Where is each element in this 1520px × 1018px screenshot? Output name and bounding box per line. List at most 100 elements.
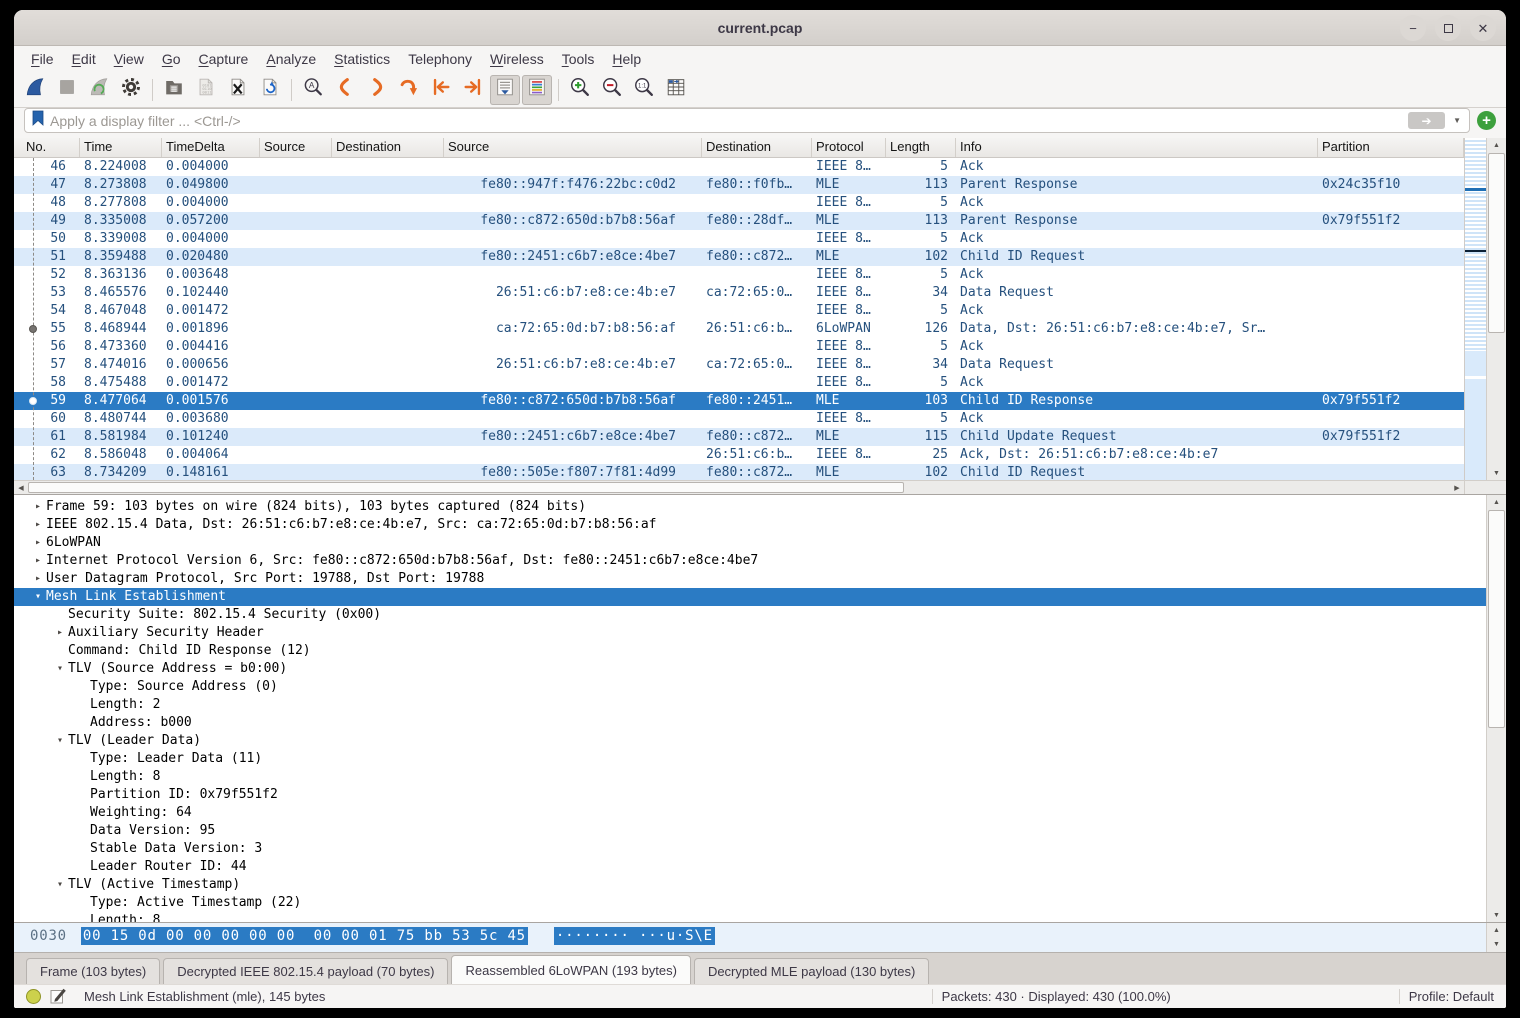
scroll-up-icon[interactable]: ▲ [1487,495,1506,509]
scroll-right-icon[interactable]: ▶ [1450,481,1464,494]
hex-dump-line[interactable]: 003000 15 0d 00 00 00 00 00 00 00 01 75 … [14,923,1486,952]
detail-line[interactable]: ▸Auxiliary Security Header [14,624,1486,642]
detail-line[interactable]: Security Suite: 802.15.4 Security (0x00) [14,606,1486,624]
stop-capture-button[interactable] [52,75,82,105]
column-header-destination-6[interactable]: Destination [702,138,812,157]
scroll-up-icon[interactable]: ▲ [1487,923,1506,937]
expander-expanded-icon[interactable]: ▾ [52,732,68,750]
expander-expanded-icon[interactable]: ▾ [30,588,46,606]
apply-filter-button[interactable]: ➔ [1408,112,1445,129]
detail-line[interactable]: Type: Source Address (0) [14,678,1486,696]
detail-line[interactable]: ▸Internet Protocol Version 6, Src: fe80:… [14,552,1486,570]
packet-row-60[interactable]: 608.4807440.003680IEEE 8…5Ack [14,410,1464,428]
column-header-timedelta-2[interactable]: TimeDelta [162,138,260,157]
detail-line[interactable]: Type: Active Timestamp (22) [14,894,1486,912]
find-packet-button[interactable]: A [298,75,328,105]
capture-comment-icon[interactable] [50,987,67,1007]
expander-collapsed-icon[interactable]: ▸ [30,498,46,516]
detail-line[interactable]: ▸IEEE 802.15.4 Data, Dst: 26:51:c6:b7:e8… [14,516,1486,534]
go-last-packet-button[interactable] [458,75,488,105]
zoom-in-button[interactable] [565,75,595,105]
menu-telephony[interactable]: Telephony [399,49,481,69]
detail-line[interactable]: Stable Data Version: 3 [14,840,1486,858]
colorize-packets-button[interactable] [522,75,552,105]
capture-options-button[interactable] [116,75,146,105]
packet-row-52[interactable]: 528.3631360.003648IEEE 8…5Ack [14,266,1464,284]
hex-bytes[interactable]: 00 15 0d 00 00 00 00 00 00 00 01 75 bb 5… [81,927,528,945]
detail-line[interactable]: ▸6LoWPAN [14,534,1486,552]
packet-row-63[interactable]: 638.7342090.148161fe80::505e:f807:7f81:4… [14,464,1464,480]
restart-capture-button[interactable] [84,75,114,105]
detail-line[interactable]: Type: Leader Data (11) [14,750,1486,768]
menu-statistics[interactable]: Statistics [325,49,399,69]
hscrollbar-thumb[interactable] [28,482,904,493]
packet-row-59[interactable]: 598.4770640.001576fe80::c872:650d:b7b8:5… [14,392,1464,410]
auto-scroll-button[interactable] [490,75,520,105]
reload-file-button[interactable] [255,75,285,105]
packet-row-56[interactable]: 568.4733600.004416IEEE 8…5Ack [14,338,1464,356]
detail-line[interactable]: Command: Child ID Response (12) [14,642,1486,660]
detail-line[interactable]: ▾Mesh Link Establishment [14,588,1486,606]
detail-line[interactable]: Leader Router ID: 44 [14,858,1486,876]
column-header-protocol-7[interactable]: Protocol [812,138,886,157]
detail-line[interactable]: Length: 8 [14,768,1486,786]
maximize-button[interactable] [1435,15,1461,41]
open-file-button[interactable] [159,75,189,105]
detail-line[interactable]: Partition ID: 0x79f551f2 [14,786,1486,804]
tab-decrypted-ieee-802-15-4-payload-70-bytes[interactable]: Decrypted IEEE 802.15.4 payload (70 byte… [163,958,448,984]
expander-collapsed-icon[interactable]: ▸ [30,516,46,534]
display-filter-input[interactable] [50,113,1403,129]
bytes-scrollbar[interactable]: ▲ ▼ [1486,923,1506,952]
detail-line[interactable]: Weighting: 64 [14,804,1486,822]
menu-view[interactable]: View [105,49,153,69]
minimize-button[interactable]: − [1400,15,1426,41]
hex-ascii[interactable]: ········ ···u·S\E [554,927,715,945]
column-header-no-0[interactable]: No. [14,138,80,157]
zoom-original-button[interactable]: 1:1 [629,75,659,105]
column-header-source-3[interactable]: Source [260,138,332,157]
column-header-length-8[interactable]: Length [886,138,956,157]
scroll-down-icon[interactable]: ▼ [1487,466,1506,480]
detail-line[interactable]: Address: b000 [14,714,1486,732]
detail-line[interactable]: ▸Frame 59: 103 bytes on wire (824 bits),… [14,498,1486,516]
scrollbar-thumb[interactable] [1488,153,1505,333]
detail-line[interactable]: ▸User Datagram Protocol, Src Port: 19788… [14,570,1486,588]
expander-collapsed-icon[interactable]: ▸ [30,534,46,552]
scroll-down-icon[interactable]: ▼ [1487,908,1506,922]
go-forward-button[interactable] [362,75,392,105]
scroll-up-icon[interactable]: ▲ [1487,138,1506,152]
save-file-button[interactable]: 010101100011 [191,75,221,105]
packet-row-53[interactable]: 538.4655760.10244026:51:c6:b7:e8:ce:4b:e… [14,284,1464,302]
tab-decrypted-mle-payload-130-bytes[interactable]: Decrypted MLE payload (130 bytes) [694,958,929,984]
packet-row-46[interactable]: 468.2240080.004000IEEE 8…5Ack [14,158,1464,176]
menu-wireless[interactable]: Wireless [481,49,553,69]
intelligent-scrollbar-minimap[interactable] [1464,138,1486,480]
packet-row-57[interactable]: 578.4740160.00065626:51:c6:b7:e8:ce:4b:e… [14,356,1464,374]
menu-help[interactable]: Help [603,49,650,69]
menu-analyze[interactable]: Analyze [257,49,325,69]
bookmark-icon[interactable] [31,110,45,131]
expander-expanded-icon[interactable]: ▾ [52,660,68,678]
expander-collapsed-icon[interactable]: ▸ [30,570,46,588]
expert-info-icon[interactable] [26,989,41,1004]
close-file-button[interactable] [223,75,253,105]
expander-collapsed-icon[interactable]: ▸ [30,552,46,570]
packet-row-48[interactable]: 488.2778080.004000IEEE 8…5Ack [14,194,1464,212]
status-profile[interactable]: Profile: Default [1409,989,1494,1004]
display-filter-box[interactable]: ➔ ▼ [24,108,1470,133]
menu-go[interactable]: Go [153,49,190,69]
packet-row-50[interactable]: 508.3390080.004000IEEE 8…5Ack [14,230,1464,248]
resize-columns-button[interactable] [661,75,691,105]
add-filter-button[interactable]: + [1477,111,1496,130]
filter-dropdown-caret[interactable]: ▼ [1450,116,1464,125]
packet-row-54[interactable]: 548.4670480.001472IEEE 8…5Ack [14,302,1464,320]
packet-row-61[interactable]: 618.5819840.101240fe80::2451:c6b7:e8ce:4… [14,428,1464,446]
packet-row-51[interactable]: 518.3594880.020480fe80::2451:c6b7:e8ce:4… [14,248,1464,266]
go-first-packet-button[interactable] [426,75,456,105]
detail-line[interactable]: Length: 2 [14,696,1486,714]
scrollbar-thumb[interactable] [1488,510,1505,728]
titlebar[interactable]: current.pcap − ✕ [14,10,1506,46]
column-header-partition-10[interactable]: Partition [1318,138,1464,157]
scroll-left-icon[interactable]: ◀ [14,481,28,494]
packet-row-62[interactable]: 628.5860480.00406426:51:c6:b…IEEE 8…25Ac… [14,446,1464,464]
